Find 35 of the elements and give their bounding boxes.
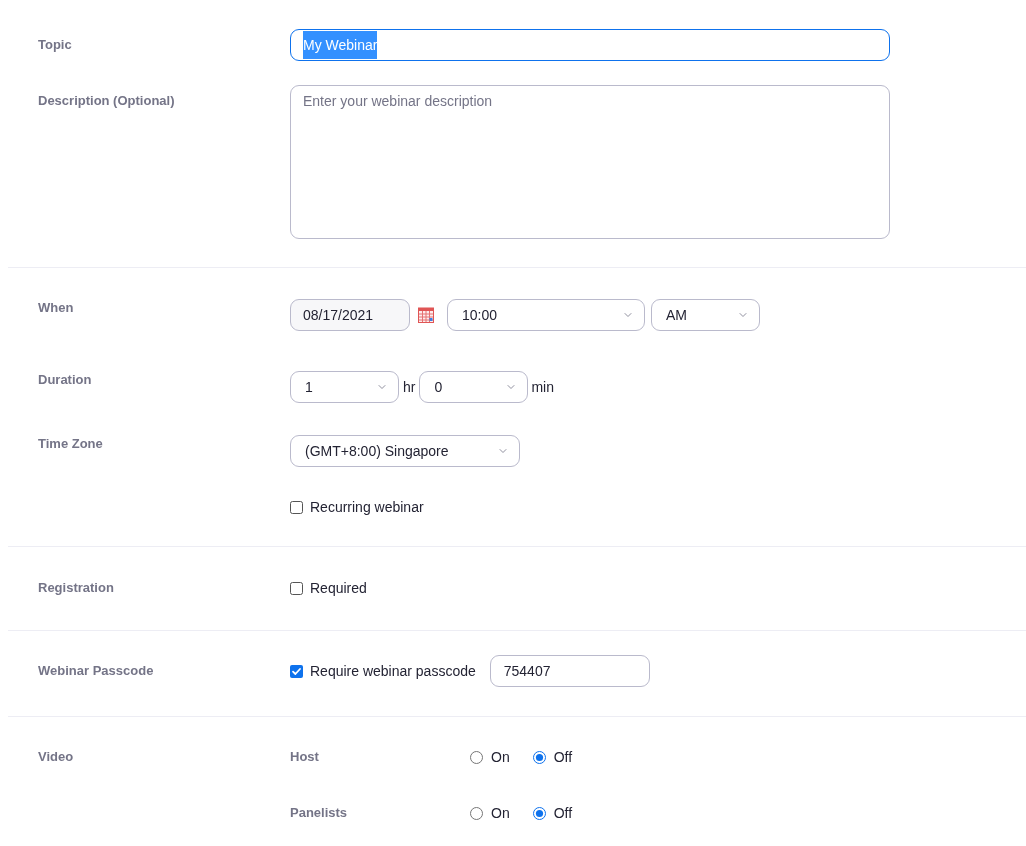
radio-label: Off bbox=[553, 748, 573, 767]
description-field[interactable]: Enter your webinar description bbox=[290, 85, 890, 239]
passcode-field[interactable]: 754407 bbox=[489, 655, 650, 687]
date-field[interactable]: 08/17/2021 bbox=[290, 299, 410, 331]
unit-label: min bbox=[531, 379, 554, 395]
checkbox[interactable] bbox=[290, 664, 303, 678]
checkbox-label: Required bbox=[310, 579, 367, 598]
radio-label: On bbox=[491, 804, 510, 823]
minutes-select[interactable]: 0 bbox=[419, 371, 529, 403]
field-label: Time Zone bbox=[38, 435, 103, 453]
setting-label: Host bbox=[290, 748, 319, 766]
field-label: Registration bbox=[38, 579, 114, 597]
checkbox-label: Require webinar passcode bbox=[310, 662, 476, 681]
period-select[interactable]: AM bbox=[651, 299, 760, 331]
time-zone-select[interactable]: (GMT+8:00) Singapore bbox=[290, 435, 520, 467]
radio-button[interactable] bbox=[532, 750, 546, 764]
radio-label: Off bbox=[553, 804, 573, 823]
field-label: Webinar Passcode bbox=[38, 662, 154, 680]
checkbox[interactable] bbox=[290, 581, 303, 595]
field-label: Description (Optional) bbox=[38, 92, 175, 110]
hours-select[interactable]: 1 bbox=[290, 371, 399, 403]
field-label: Video bbox=[38, 748, 74, 766]
field-label: Topic bbox=[38, 36, 72, 54]
setting-label: Panelists bbox=[290, 804, 348, 822]
time-select[interactable]: 10:00 bbox=[447, 299, 645, 331]
radio-button[interactable] bbox=[470, 806, 483, 820]
radio-button[interactable] bbox=[532, 806, 546, 820]
calendar-icon[interactable] bbox=[418, 307, 434, 323]
radio-label: On bbox=[491, 748, 510, 767]
field-label: Duration bbox=[38, 371, 92, 389]
unit-label: hr bbox=[403, 379, 416, 395]
radio-button[interactable] bbox=[470, 750, 483, 764]
checkbox-label: Recurring webinar bbox=[310, 498, 424, 517]
field-label: When bbox=[38, 299, 74, 317]
checkbox[interactable] bbox=[290, 500, 303, 514]
